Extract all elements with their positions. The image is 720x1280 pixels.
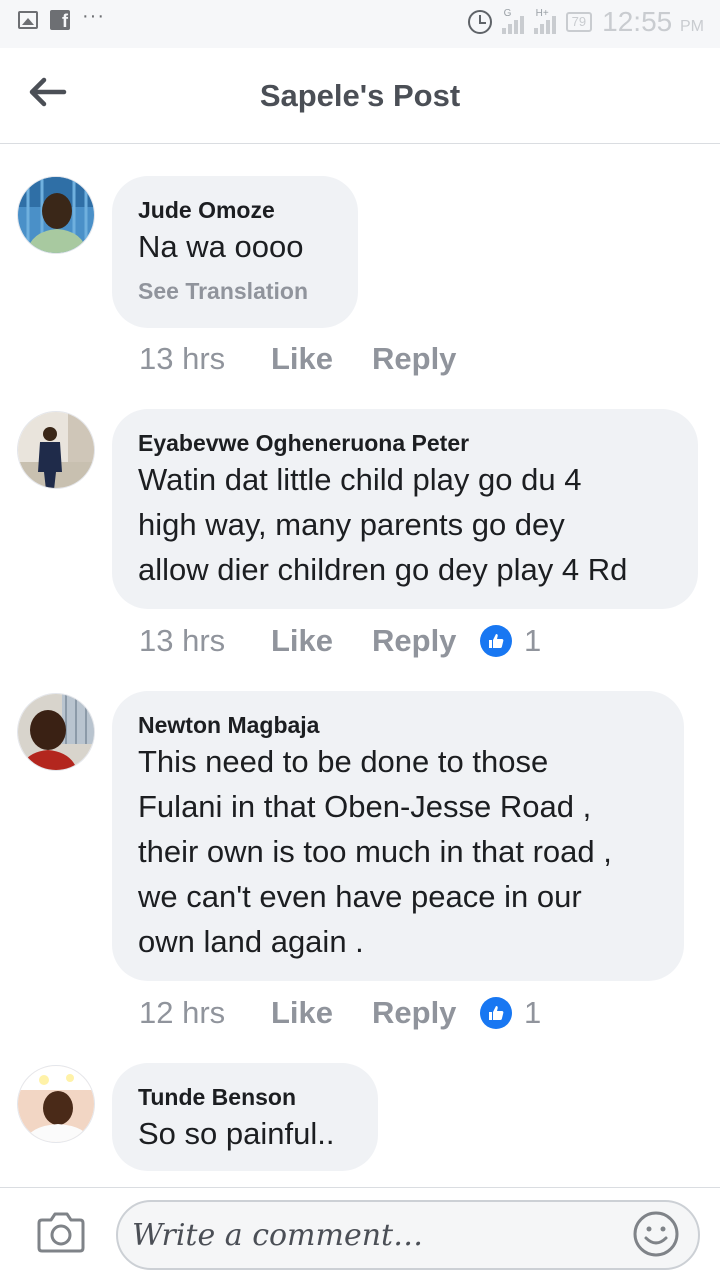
page-title: Sapele's Post xyxy=(259,78,461,113)
reaction-summary[interactable]: 1 xyxy=(480,995,541,1031)
comment-text-line: we can't even have peace in our xyxy=(138,879,582,914)
comment-timestamp[interactable]: 12 hrs xyxy=(139,995,271,1031)
network-type-1: G xyxy=(503,8,512,19)
profile-photo-icon xyxy=(18,412,94,488)
clock-time: 12:55 xyxy=(602,6,673,37)
status-bar-system: G H+ 79 12:55 PM xyxy=(467,6,704,38)
like-button[interactable]: Like xyxy=(271,995,372,1031)
comment-actions: 13 hrs Like Reply xyxy=(139,341,480,377)
comment-input[interactable] xyxy=(116,1200,700,1270)
network-type-2: H+ xyxy=(535,8,549,19)
comment-timestamp[interactable]: 13 hrs xyxy=(139,341,271,377)
reaction-count: 1 xyxy=(524,623,542,658)
reply-button[interactable]: Reply xyxy=(372,995,480,1031)
profile-photo-icon xyxy=(18,177,94,253)
comment-text-line: Fulani in that Oben-Jesse Road , xyxy=(138,789,592,824)
avatar[interactable] xyxy=(17,411,95,489)
comment-actions: 12 hrs Like Reply 1 xyxy=(139,995,541,1031)
profile-photo-icon xyxy=(18,1066,94,1142)
emoji-icon xyxy=(633,1211,679,1257)
comment-author[interactable]: Tunde Benson xyxy=(138,1083,352,1111)
comment-bubble: Jude Omoze Na wa oooo See Translation xyxy=(112,176,358,328)
comment-text-line: allow dier children go dey play 4 Rd xyxy=(138,552,628,587)
clock: 12:55 PM xyxy=(602,6,704,38)
reaction-count: 1 xyxy=(524,995,542,1030)
comment-timestamp[interactable]: 13 hrs xyxy=(139,623,271,659)
battery-indicator: 79 xyxy=(565,12,593,32)
like-reaction-icon xyxy=(480,625,512,657)
avatar[interactable] xyxy=(17,693,95,771)
signal-2-icon: H+ xyxy=(533,8,556,34)
comment-actions: 13 hrs Like Reply 1 xyxy=(139,623,541,659)
emoji-button[interactable] xyxy=(632,1210,680,1258)
comment-bubble: Tunde Benson So so painful.. xyxy=(112,1063,378,1171)
comment-bubble: Eyabevwe Ogheneruona Peter Watin dat lit… xyxy=(112,409,698,609)
camera-icon xyxy=(37,1212,85,1253)
comment-text-line: This need to be done to those xyxy=(138,744,549,779)
avatar[interactable] xyxy=(17,1065,95,1143)
comment-text: So so painful.. xyxy=(138,1116,335,1151)
gallery-notification-icon xyxy=(18,11,38,29)
like-button[interactable]: Like xyxy=(271,623,372,659)
comment-text-line: high way, many parents go dey xyxy=(138,507,565,542)
see-translation-link[interactable]: See Translation xyxy=(138,277,332,305)
like-button[interactable]: Like xyxy=(271,341,372,377)
comment-text: Na wa oooo xyxy=(138,229,304,264)
comment-text-line: Watin dat little child play go du 4 xyxy=(138,462,582,497)
reply-button[interactable]: Reply xyxy=(372,341,480,377)
avatar[interactable] xyxy=(17,176,95,254)
post-header: Sapele's Post xyxy=(0,48,720,144)
facebook-notification-icon: f xyxy=(50,10,70,30)
reply-button[interactable]: Reply xyxy=(372,623,480,659)
like-reaction-icon xyxy=(480,997,512,1029)
comment-author[interactable]: Jude Omoze xyxy=(138,196,332,224)
alarm-icon xyxy=(467,10,492,34)
status-bar: f ··· G H+ 79 12:55 PM xyxy=(0,0,720,48)
clock-ampm: PM xyxy=(680,18,704,35)
comment-bubble: Newton Magbaja This need to be done to t… xyxy=(112,691,684,981)
camera-button[interactable] xyxy=(36,1210,86,1254)
profile-photo-icon xyxy=(18,694,94,770)
comment-text-line: own land again . xyxy=(138,924,364,959)
more-notifications-icon: ··· xyxy=(82,5,105,27)
comment-author[interactable]: Eyabevwe Ogheneruona Peter xyxy=(138,429,672,457)
status-bar-notifications: f ··· xyxy=(18,6,105,30)
comment-composer xyxy=(0,1187,720,1280)
comment-author[interactable]: Newton Magbaja xyxy=(138,711,658,739)
comment-text-line: their own is too much in that road , xyxy=(138,834,612,869)
reaction-summary[interactable]: 1 xyxy=(480,623,541,659)
signal-1-icon: G xyxy=(501,8,524,34)
